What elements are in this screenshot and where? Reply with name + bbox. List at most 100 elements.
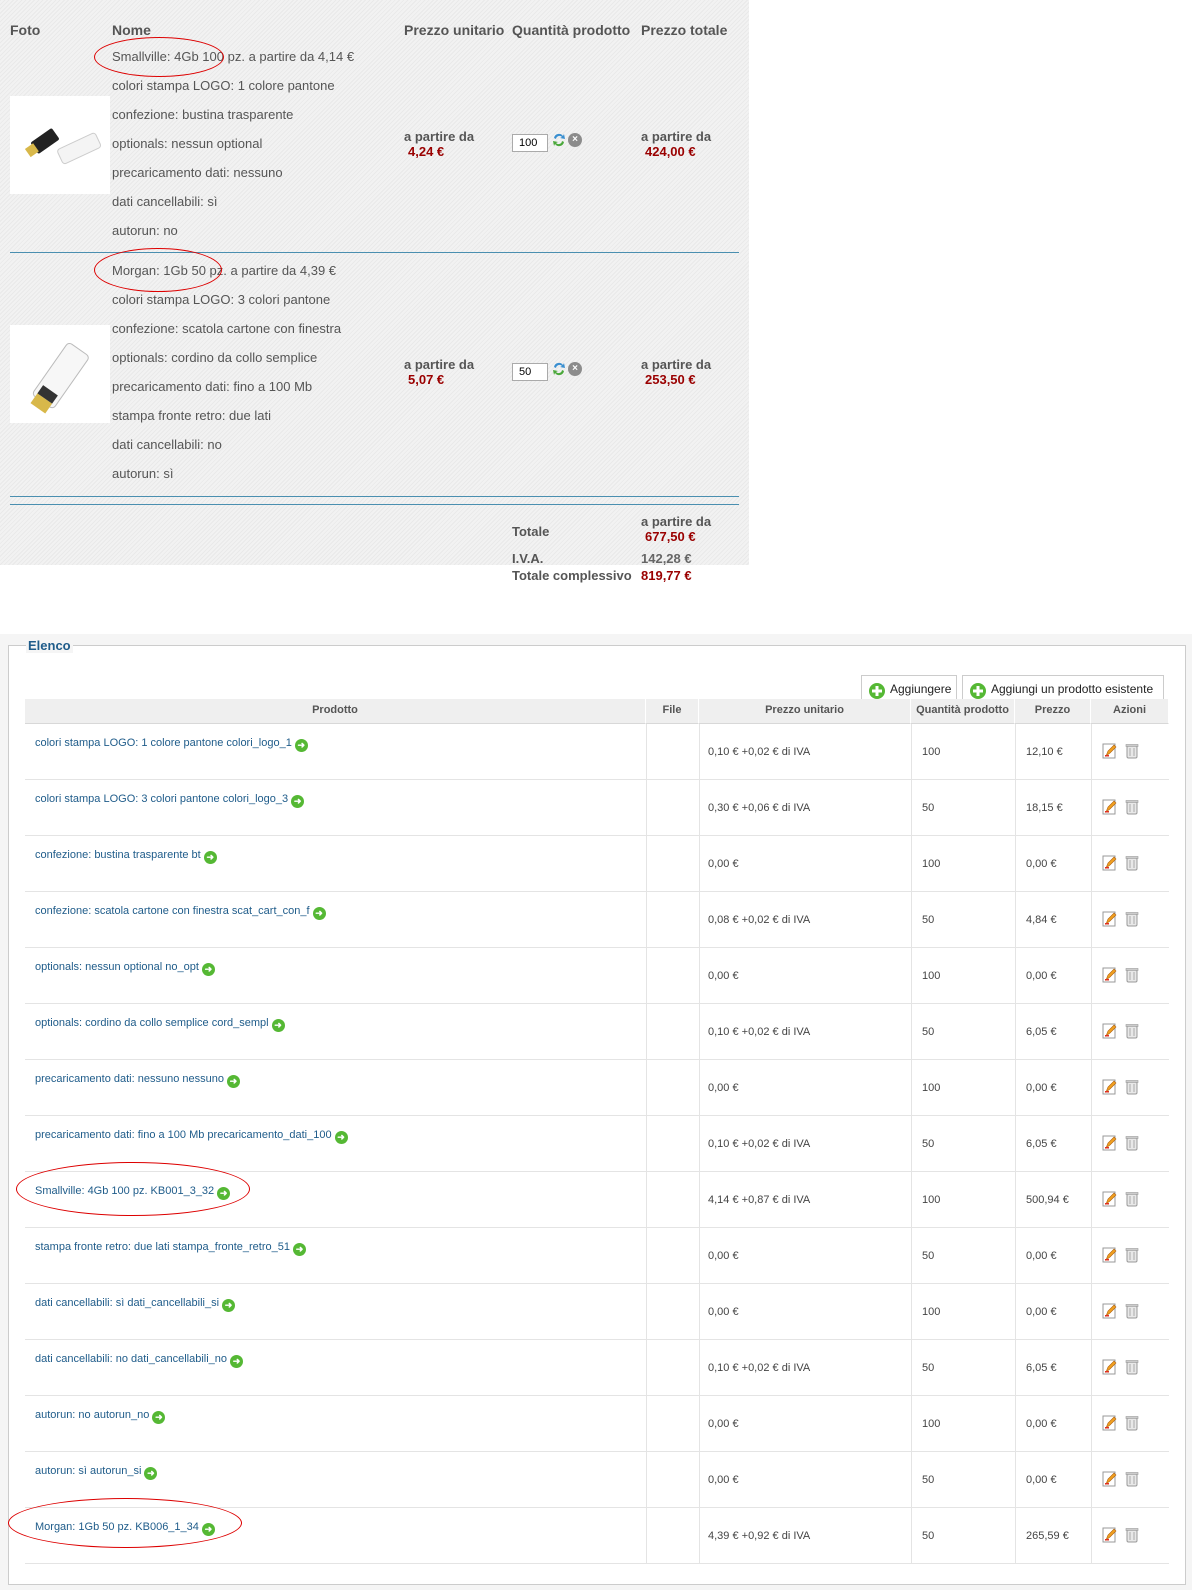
trash-icon[interactable] [1125,1247,1139,1263]
remove-icon[interactable]: × [568,133,582,147]
edit-icon[interactable] [1102,743,1118,759]
product-link-cell: optionals: cordino da collo semplice cor… [35,1017,285,1032]
column-separator [1091,836,1092,892]
column-separator [911,1116,912,1172]
price-cell: 265,59 € [1026,1530,1069,1542]
row-divider [10,496,739,497]
column-separator [1015,948,1016,1004]
column-separator [911,1508,912,1564]
product-link[interactable]: Smallville: 4Gb 100 pz. KB001_3_32 [35,1185,214,1197]
edit-icon[interactable] [1102,799,1118,815]
product-link[interactable]: autorun: no autorun_no [35,1409,149,1421]
arrow-right-icon[interactable]: ➜ [152,1411,166,1424]
quantity-cell: 100 [922,1306,941,1318]
unit-price-cell: 0,00 € [708,970,739,982]
refresh-icon[interactable] [551,132,567,148]
trash-icon[interactable] [1125,743,1139,759]
product-link[interactable]: dati cancellabili: sì dati_cancellabili_… [35,1297,219,1309]
trash-icon[interactable] [1125,1079,1139,1095]
product-link[interactable]: dati cancellabili: no dati_cancellabili_… [35,1353,227,1365]
col-prodotto[interactable]: Prodotto [25,699,646,724]
col-quantita[interactable]: Quantità prodotto [911,699,1015,724]
quantity-input[interactable] [512,134,548,152]
trash-icon[interactable] [1125,1415,1139,1431]
edit-icon[interactable] [1102,1135,1118,1151]
table-row: autorun: sì autorun_si ➜ 0,00 € 50 0,00 € [25,1452,1169,1508]
edit-icon[interactable] [1102,1191,1118,1207]
refresh-icon[interactable] [551,361,567,377]
totale-complessivo-label: Totale complessivo [512,568,632,583]
column-separator [699,1340,700,1396]
col-prezzo[interactable]: Prezzo [1015,699,1091,724]
unit-price-cell: 0,10 € +0,02 € di IVA [708,1362,811,1374]
trash-icon[interactable] [1125,1023,1139,1039]
product-link[interactable]: precaricamento dati: nessuno nessuno [35,1073,224,1085]
product-link[interactable]: stampa fronte retro: due lati stampa_fro… [35,1241,290,1253]
column-separator [646,1172,647,1228]
edit-icon[interactable] [1102,1303,1118,1319]
product-link[interactable]: autorun: sì autorun_si [35,1465,141,1477]
edit-icon[interactable] [1102,911,1118,927]
edit-icon[interactable] [1102,1079,1118,1095]
column-separator [1015,1452,1016,1508]
product-link-cell: stampa fronte retro: due lati stampa_fro… [35,1241,306,1256]
product-link[interactable]: colori stampa LOGO: 3 colori pantone col… [35,793,288,805]
column-separator [1015,1060,1016,1116]
arrow-right-icon[interactable]: ➜ [271,1019,285,1032]
trash-icon[interactable] [1125,967,1139,983]
trash-icon[interactable] [1125,1527,1139,1543]
quantity-cell: 50 [922,1250,935,1262]
trash-icon[interactable] [1125,1303,1139,1319]
product-link[interactable]: confezione: scatola cartone con finestra… [35,905,310,917]
table-row: dati cancellabili: sì dati_cancellabili_… [25,1284,1169,1340]
arrow-right-icon[interactable]: ➜ [203,851,217,864]
product-link[interactable]: Morgan: 1Gb 50 pz. KB006_1_34 [35,1521,199,1533]
unit-price: 5,07 € [408,372,445,387]
edit-icon[interactable] [1102,967,1118,983]
trash-icon[interactable] [1125,1135,1139,1151]
column-separator [699,892,700,948]
edit-icon[interactable] [1102,1415,1118,1431]
arrow-right-icon[interactable]: ➜ [292,1243,306,1256]
trash-icon[interactable] [1125,855,1139,871]
edit-icon[interactable] [1102,1359,1118,1375]
edit-icon[interactable] [1102,855,1118,871]
arrow-right-icon[interactable]: ➜ [334,1131,348,1144]
product-link[interactable]: optionals: nessun optional no_opt [35,961,199,973]
arrow-right-icon[interactable]: ➜ [201,963,215,976]
quantity-input[interactable] [512,363,548,381]
column-separator [1091,948,1092,1004]
product-link[interactable]: optionals: cordino da collo semplice cor… [35,1017,269,1029]
arrow-right-icon[interactable]: ➜ [217,1187,231,1200]
column-separator [1015,724,1016,780]
trash-icon[interactable] [1125,1359,1139,1375]
edit-icon[interactable] [1102,1023,1118,1039]
edit-icon[interactable] [1102,1471,1118,1487]
col-prezzo-unitario[interactable]: Prezzo unitario [699,699,911,724]
column-separator [699,780,700,836]
price-cell: 0,00 € [1026,970,1057,982]
product-link[interactable]: confezione: bustina trasparente bt [35,849,201,861]
arrow-right-icon[interactable]: ➜ [144,1467,158,1480]
arrow-right-icon[interactable]: ➜ [230,1355,244,1368]
unit-price-cell: 0,00 € [708,1250,739,1262]
price-cell: 500,94 € [1026,1194,1069,1206]
product-attribute: autorun: sì [112,466,174,481]
arrow-right-icon[interactable]: ➜ [291,795,305,808]
arrow-right-icon[interactable]: ➜ [312,907,326,920]
trash-icon[interactable] [1125,911,1139,927]
arrow-right-icon[interactable]: ➜ [226,1075,240,1088]
arrow-right-icon[interactable]: ➜ [222,1299,236,1312]
product-link-cell: colori stampa LOGO: 1 colore pantone col… [35,737,308,752]
trash-icon[interactable] [1125,1471,1139,1487]
trash-icon[interactable] [1125,1191,1139,1207]
arrow-right-icon[interactable]: ➜ [294,739,308,752]
edit-icon[interactable] [1102,1247,1118,1263]
product-link[interactable]: colori stampa LOGO: 1 colore pantone col… [35,737,292,749]
remove-icon[interactable]: × [568,362,582,376]
edit-icon[interactable] [1102,1527,1118,1543]
trash-icon[interactable] [1125,799,1139,815]
arrow-right-icon[interactable]: ➜ [201,1523,215,1536]
product-link[interactable]: precaricamento dati: fino a 100 Mb preca… [35,1129,332,1141]
col-file[interactable]: File [646,699,699,724]
